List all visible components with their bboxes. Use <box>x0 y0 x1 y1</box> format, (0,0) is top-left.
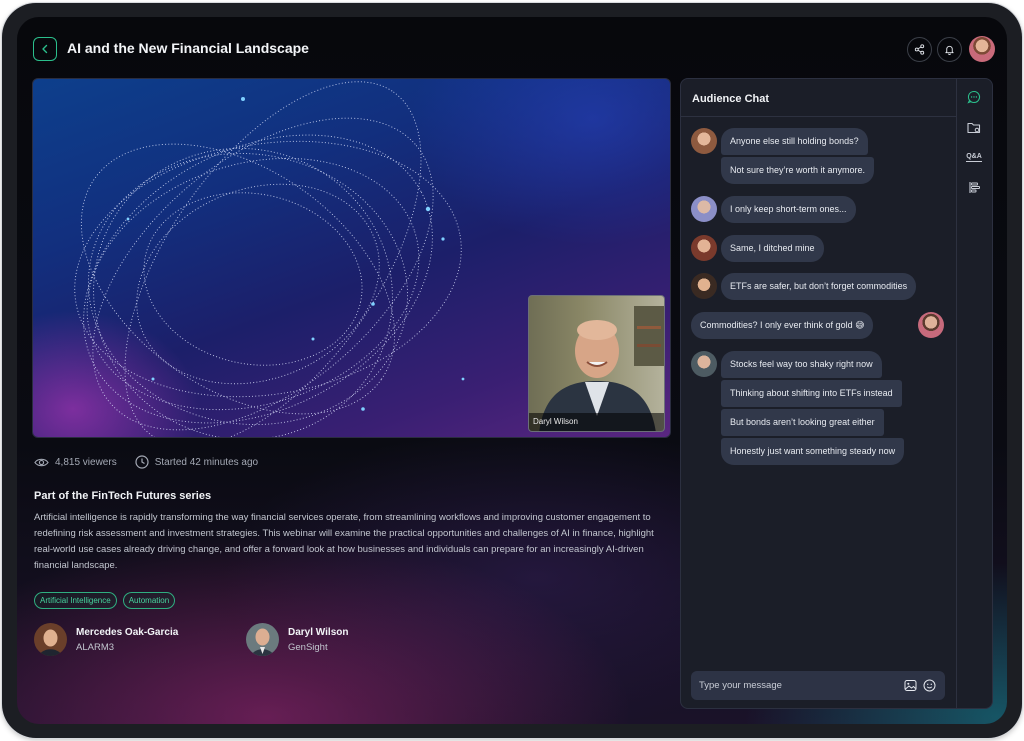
chat-message: But bonds aren’t looking great either <box>721 409 884 436</box>
header: AI and the New Financial Landscape <box>17 17 1007 77</box>
message-input[interactable] <box>699 671 889 700</box>
tag-artificial-intelligence[interactable]: Artificial Intelligence <box>34 592 117 609</box>
outline-icon <box>968 181 980 193</box>
pip-name-label: Daryl Wilson <box>529 413 664 431</box>
chat-message: Same, I ditched mine <box>721 235 824 262</box>
page-title: AI and the New Financial Landscape <box>67 40 309 56</box>
speaker-name: Daryl Wilson <box>288 626 349 638</box>
chat-message-own: Commodities? I only ever think of gold 😅 <box>691 312 874 339</box>
image-icon <box>904 679 916 691</box>
chat-message: ETFs are safer, but don’t forget commodi… <box>721 273 917 300</box>
speaker-card[interactable]: Mercedes Oak-Garcia ALARM3 <box>34 623 178 656</box>
clock-icon <box>135 455 149 469</box>
chat-user-avatar[interactable] <box>691 351 717 377</box>
audience-chat-panel: Audience Chat Q&A Anyone else still hold… <box>680 78 993 709</box>
notifications-button[interactable] <box>937 37 962 62</box>
user-avatar[interactable] <box>969 36 995 62</box>
chat-message: Honestly just want something steady now <box>721 438 905 465</box>
stream-stats: 4,815 viewers Started 42 minutes ago <box>34 455 276 469</box>
qa-tab[interactable]: Q&A <box>966 149 982 165</box>
chat-message: Anyone else still holding bonds? <box>721 128 868 155</box>
files-tab[interactable] <box>966 119 982 135</box>
speaker-avatar <box>246 623 279 656</box>
start-time: Started 42 minutes ago <box>135 455 258 469</box>
device-frame: AI and the New Financial Landscape Daryl… <box>2 3 1022 738</box>
speaker-company: ALARM3 <box>76 641 115 653</box>
attach-image-button[interactable] <box>903 678 917 692</box>
chat-tab[interactable] <box>966 89 982 105</box>
chat-user-avatar[interactable] <box>691 273 717 299</box>
eye-icon <box>34 458 49 466</box>
speaker-name: Mercedes Oak-Garcia <box>76 626 179 638</box>
smiley-icon <box>923 679 935 691</box>
webinar-description: Artificial intelligence is rapidly trans… <box>34 512 654 571</box>
bell-icon <box>945 45 954 55</box>
chat-user-avatar[interactable] <box>691 128 717 154</box>
tag-list: Artificial Intelligence Automation <box>34 592 176 609</box>
chat-title: Audience Chat <box>692 93 770 105</box>
chevron-left-icon <box>42 44 48 54</box>
chat-message: I only keep short-term ones... <box>721 196 856 223</box>
chat-header-divider <box>681 116 956 117</box>
message-composer <box>691 671 945 700</box>
chat-message: Thinking about shifting into ETFs instea… <box>721 380 902 407</box>
speaker-company: GenSight <box>288 641 328 653</box>
chat-user-avatar[interactable] <box>918 312 944 338</box>
speaker-avatar <box>34 623 67 656</box>
speaker-figure <box>539 306 664 431</box>
chat-icon <box>967 90 981 104</box>
speaker-card[interactable]: Daryl Wilson GenSight <box>246 623 348 656</box>
app-screen: AI and the New Financial Landscape Daryl… <box>17 17 1007 724</box>
panel-rail-divider <box>956 79 957 708</box>
start-time-text: Started 42 minutes ago <box>154 456 259 468</box>
back-button[interactable] <box>33 37 57 61</box>
qa-icon: Q&A <box>966 152 982 162</box>
folder-icon <box>967 122 981 133</box>
chat-message: Not sure they’re worth it anymore. <box>721 157 875 184</box>
speaker-pip-video[interactable]: Daryl Wilson <box>528 295 665 432</box>
share-button[interactable] <box>907 37 932 62</box>
share-icon <box>914 44 925 55</box>
viewer-count-text: 4,815 viewers <box>55 456 117 468</box>
chat-user-avatar[interactable] <box>691 196 717 222</box>
outline-tab[interactable] <box>966 179 982 195</box>
emoji-button[interactable] <box>922 678 936 692</box>
viewer-count: 4,815 viewers <box>34 457 117 468</box>
tag-automation[interactable]: Automation <box>122 592 176 609</box>
video-player[interactable]: Daryl Wilson <box>32 78 671 438</box>
series-title: Part of the FinTech Futures series <box>34 490 212 502</box>
chat-message: Stocks feel way too shaky right now <box>721 351 882 378</box>
chat-user-avatar[interactable] <box>691 235 717 261</box>
